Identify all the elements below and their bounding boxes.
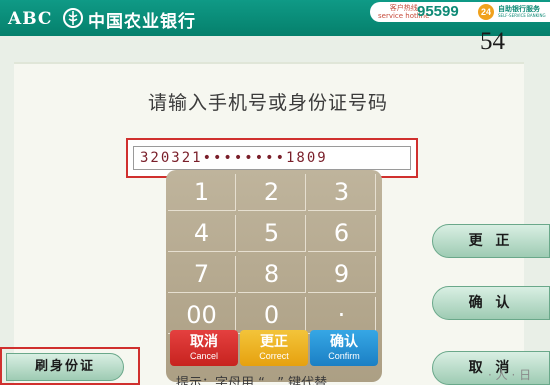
keypad-correct-button[interactable]: 更正 Correct	[240, 330, 308, 366]
key-6[interactable]: 6	[308, 215, 376, 252]
key-00[interactable]: 00	[168, 297, 236, 334]
keypad-cancel-button[interactable]: 取消 Cancel	[170, 330, 238, 366]
hotline-number: 95599	[417, 3, 459, 20]
confirm-label-en: Confirm	[328, 351, 360, 361]
service-label-en: SELF-SERVICE BANKING	[498, 13, 546, 18]
correct-label-cn: 更正	[260, 334, 288, 350]
key-0[interactable]: 0	[238, 297, 306, 334]
timeout-counter: 54	[480, 28, 505, 55]
abc-logo-icon	[63, 8, 83, 28]
key-8[interactable]: 8	[238, 256, 306, 293]
swipe-id-highlight: 刷身份证	[0, 347, 140, 385]
key-7[interactable]: 7	[168, 256, 236, 293]
correct-label-en: Correct	[259, 351, 289, 361]
cancel-label-en: Cancel	[189, 351, 218, 361]
key-4[interactable]: 4	[168, 215, 236, 252]
key-1[interactable]: 1	[168, 174, 236, 211]
id-number-input[interactable]: 320321••••••••1809	[133, 146, 411, 170]
side-correct-button[interactable]: 更 正	[432, 224, 550, 258]
key-9[interactable]: 9	[308, 256, 376, 293]
watermark: · 人 · 日	[488, 368, 532, 382]
page-title: 请输入手机号或身份证号码	[148, 92, 389, 114]
badge-24-hour: 24	[478, 4, 494, 20]
key-3[interactable]: 3	[308, 174, 376, 211]
input-hint: 提示：字母用 “ . ” 键代替	[176, 376, 328, 385]
key-5[interactable]: 5	[238, 215, 306, 252]
side-confirm-button[interactable]: 确 认	[432, 286, 550, 320]
cancel-label-cn: 取消	[190, 334, 218, 350]
swipe-id-card-button[interactable]: 刷身份证	[6, 353, 124, 381]
keypad-confirm-button[interactable]: 确认 Confirm	[310, 330, 378, 366]
logo-text-cn: 中国农业银行	[88, 12, 196, 32]
logo-text-en: ABC	[8, 9, 53, 29]
confirm-label-cn: 确认	[330, 334, 358, 350]
hotline-panel: 客户热线 service hotline 95599 24 自助银行服务 SEL…	[370, 2, 550, 22]
key-2[interactable]: 2	[238, 174, 306, 211]
header-bar: ABC 中国农业银行 客户热线 service hotline 95599 24…	[0, 0, 550, 36]
key-dot[interactable]: ·	[308, 297, 376, 334]
